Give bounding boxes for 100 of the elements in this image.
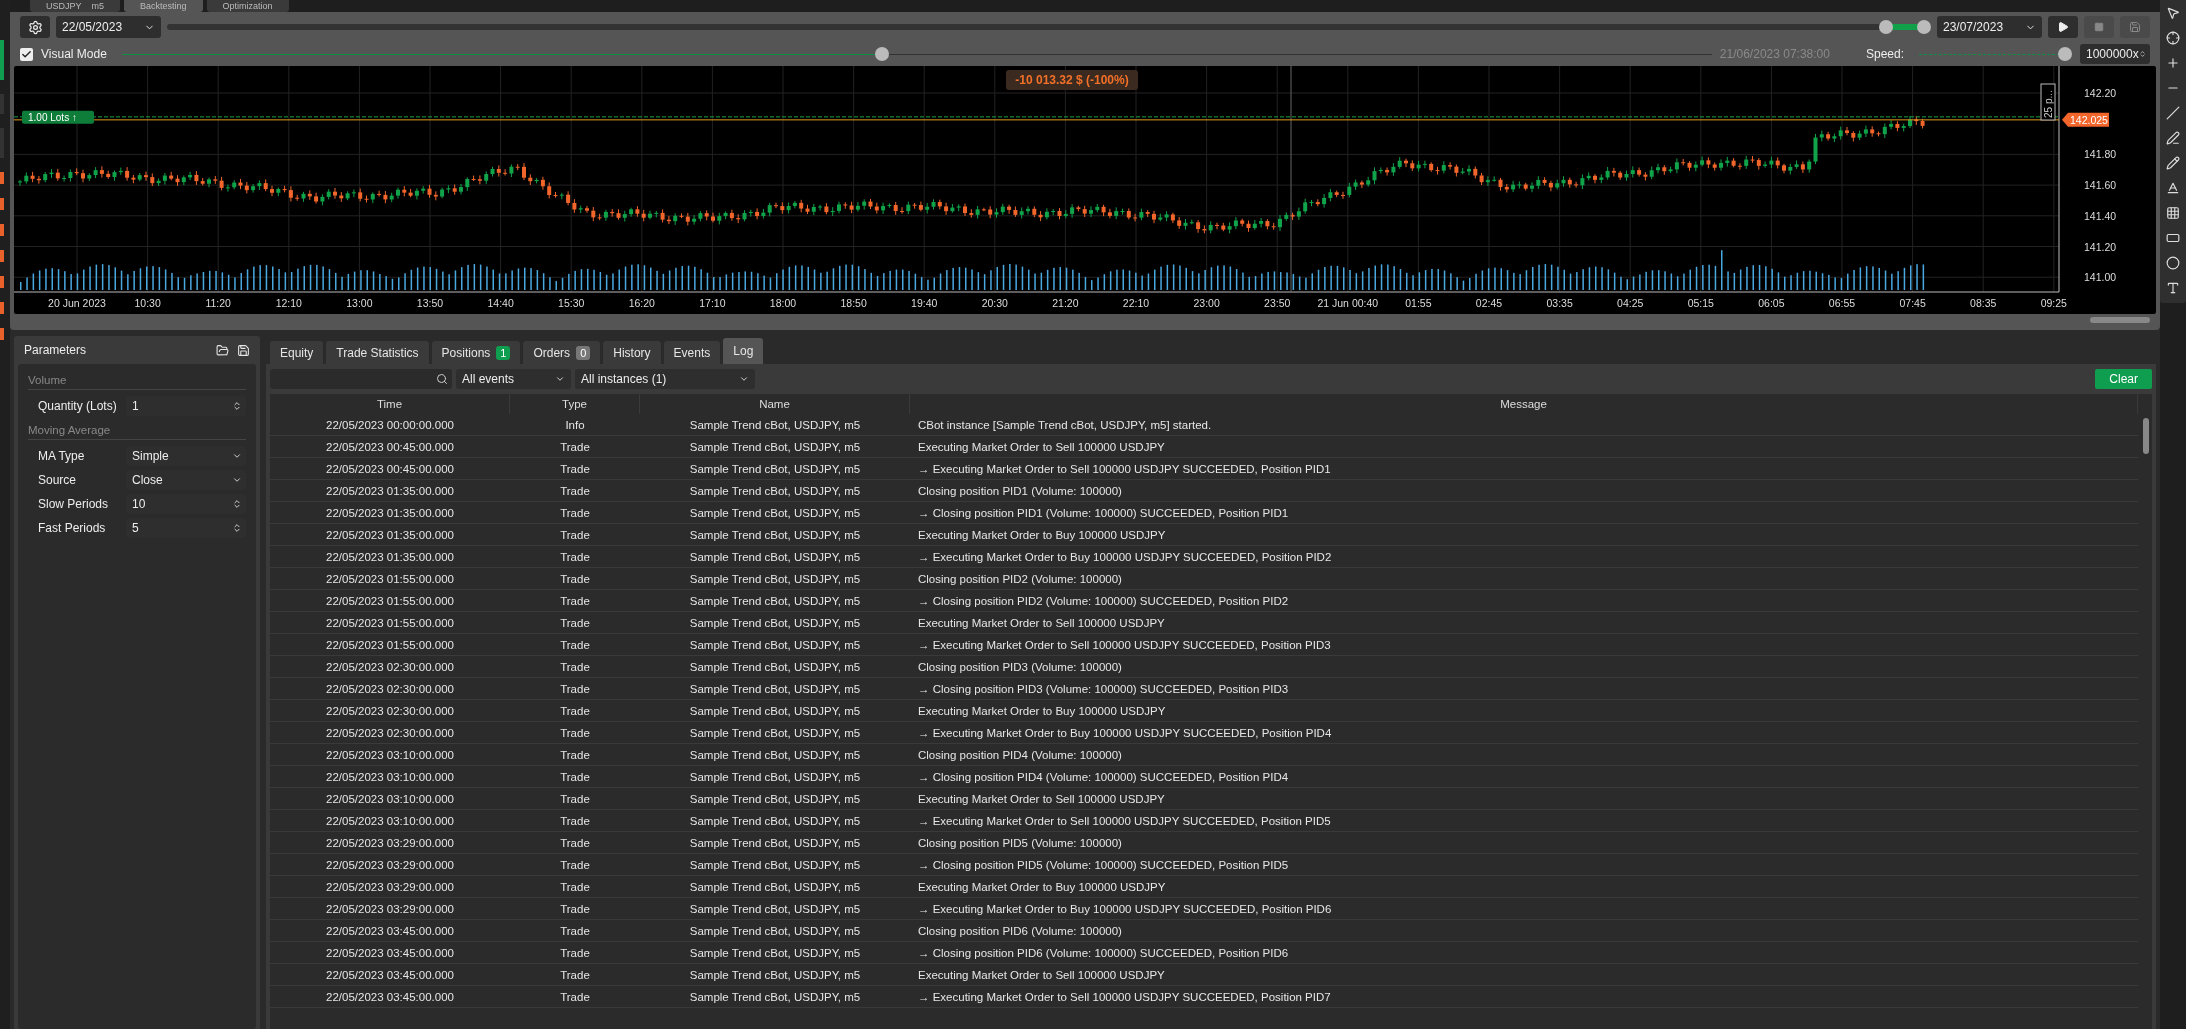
log-tab[interactable]: History <box>603 341 661 364</box>
lots-label: 1.00 Lots ↑ <box>22 110 94 124</box>
table-cell: Sample Trend cBot, USDJPY, m5 <box>640 524 910 546</box>
table-cell: 22/05/2023 03:10:00.000 <box>270 744 510 766</box>
count-badge: 1 <box>496 345 511 360</box>
parameters-title: Parameters <box>24 343 87 357</box>
table-cell: Trade <box>510 920 640 942</box>
table-cell: 22/05/2023 03:29:00.000 <box>270 854 510 876</box>
time-axis-label: 02:45 <box>1475 297 1503 309</box>
table-cell: Sample Trend cBot, USDJPY, m5 <box>640 744 910 766</box>
table-cell: → Closing position PID3 (Volume: 100000) SUCCEEDED, Position PID3 <box>910 678 2138 700</box>
log-tab[interactable]: Orders 0 <box>523 341 601 364</box>
table-cell: Sample Trend cBot, USDJPY, m5 <box>640 546 910 568</box>
table-cell: 22/05/2023 03:29:00.000 <box>270 876 510 898</box>
table-cell: 22/05/2023 03:10:00.000 <box>270 810 510 832</box>
table-cell: Closing position PID4 (Volume: 100000) <box>910 744 2138 766</box>
table-cell: 22/05/2023 03:45:00.000 <box>270 964 510 986</box>
table-cell: Trade <box>510 810 640 832</box>
table-cell: Sample Trend cBot, USDJPY, m5 <box>640 678 910 700</box>
time-axis-label: 20:30 <box>981 297 1008 309</box>
table-cell: Trade <box>510 590 640 612</box>
time-axis-label: 22:10 <box>1122 297 1150 309</box>
table-cell: Sample Trend cBot, USDJPY, m5 <box>640 766 910 788</box>
table-cell: Sample Trend cBot, USDJPY, m5 <box>640 832 910 854</box>
field-label: Source <box>38 473 77 487</box>
log-tab[interactable]: Equity <box>270 341 324 364</box>
top-tab[interactable]: Backtesting <box>124 0 203 12</box>
tab-label: Optimization <box>222 0 273 12</box>
table-cell: → Closing position PID4 (Volume: 100000) SUCCEEDED, Position PID4 <box>910 766 2138 788</box>
table-cell: Sample Trend cBot, USDJPY, m5 <box>640 920 910 942</box>
start-date-dropdown[interactable]: 22/05/2023 <box>56 16 161 38</box>
table-cell: → Executing Market Order to Sell 100000 USDJPY SUCCEEDED, Position PID7 <box>910 986 2138 1008</box>
table-cell: Trade <box>510 502 640 524</box>
time-axis-label: 18:50 <box>840 297 867 309</box>
time-axis-label: 03:35 <box>1546 297 1573 309</box>
table-cell: Sample Trend cBot, USDJPY, m5 <box>640 876 910 898</box>
clear-button[interactable]: Clear <box>2095 369 2152 389</box>
column-header[interactable]: Type <box>510 394 640 414</box>
table-cell: Executing Market Order to Buy 100000 USDJPY <box>910 524 2138 546</box>
column-header[interactable]: Name <box>640 394 910 414</box>
top-tab[interactable]: Optimization <box>206 0 289 12</box>
events-dropdown[interactable]: All events <box>456 369 571 389</box>
table-cell: 22/05/2023 03:10:00.000 <box>270 788 510 810</box>
column-header[interactable]: Message <box>910 394 2138 414</box>
table-cell: Sample Trend cBot, USDJPY, m5 <box>640 810 910 832</box>
table-cell: 22/05/2023 03:29:00.000 <box>270 898 510 920</box>
table-cell: 22/05/2023 03:29:00.000 <box>270 832 510 854</box>
count-badge: 0 <box>576 345 591 360</box>
log-tab[interactable]: Positions 1 <box>431 341 521 364</box>
speed-label: Speed: <box>1865 47 1904 61</box>
table-cell: Trade <box>510 700 640 722</box>
price-axis-label: 141.80 <box>2084 148 2117 161</box>
table-cell: → Executing Market Order to Buy 100000 USDJPY SUCCEEDED, Position PID2 <box>910 546 2138 568</box>
table-cell: 22/05/2023 02:30:00.000 <box>270 656 510 678</box>
tab-label: Trade Statistics <box>336 345 419 360</box>
time-axis-label: 10:30 <box>134 297 161 309</box>
table-cell: 22/05/2023 02:30:00.000 <box>270 700 510 722</box>
speed-field[interactable]: 1000000x <box>2080 44 2150 64</box>
log-tab[interactable]: Events <box>663 341 721 364</box>
table-cell: Sample Trend cBot, USDJPY, m5 <box>640 898 910 920</box>
table-cell: Trade <box>510 964 640 986</box>
table-cell: 22/05/2023 01:55:00.000 <box>270 590 510 612</box>
time-axis-label: 11:20 <box>205 297 231 309</box>
table-cell: 22/05/2023 01:55:00.000 <box>270 612 510 634</box>
end-date-dropdown[interactable]: 23/07/2023 <box>1937 16 2042 38</box>
table-cell: Sample Trend cBot, USDJPY, m5 <box>640 986 910 1008</box>
time-axis-label: 13:00 <box>346 297 373 309</box>
table-cell: Trade <box>510 722 640 744</box>
field-label: Fast Periods <box>38 521 106 535</box>
timeframe-label: m5 <box>91 0 105 12</box>
table-cell: Trade <box>510 634 640 656</box>
table-cell: Trade <box>510 898 640 920</box>
instances-dropdown[interactable]: All instances (1) <box>575 369 755 389</box>
time-axis-label: 19:40 <box>911 297 938 309</box>
log-tab[interactable]: Log <box>723 338 764 364</box>
table-cell: Trade <box>510 678 640 700</box>
table-cell: Trade <box>510 876 640 898</box>
table-cell: Sample Trend cBot, USDJPY, m5 <box>640 502 910 524</box>
table-cell: 22/05/2023 03:45:00.000 <box>270 986 510 1008</box>
table-cell: Trade <box>510 458 640 480</box>
top-tab[interactable]: USDJPY m5 <box>30 0 121 12</box>
table-cell: → Closing position PID6 (Volume: 100000) SUCCEEDED, Position PID6 <box>910 942 2138 964</box>
tab-label: Orders <box>533 345 571 360</box>
table-cell: 22/05/2023 02:30:00.000 <box>270 678 510 700</box>
table-cell: Sample Trend cBot, USDJPY, m5 <box>640 414 910 436</box>
table-cell: Sample Trend cBot, USDJPY, m5 <box>640 568 910 590</box>
log-tab[interactable]: Trade Statistics <box>326 341 429 364</box>
tab-label: Positions <box>441 345 491 360</box>
table-cell: → Executing Market Order to Sell 100000 USDJPY SUCCEEDED, Position PID3 <box>910 634 2138 656</box>
table-cell: Sample Trend cBot, USDJPY, m5 <box>640 854 910 876</box>
table-cell: 22/05/2023 03:45:00.000 <box>270 920 510 942</box>
tab-label: History <box>613 345 651 360</box>
field-label: Slow Periods <box>38 497 109 511</box>
column-header[interactable]: Time <box>270 394 510 414</box>
field-label: MA Type <box>38 449 85 463</box>
time-axis-label: 09:25 <box>2040 297 2067 309</box>
table-cell: Sample Trend cBot, USDJPY, m5 <box>640 590 910 612</box>
table-cell: 22/05/2023 01:35:00.000 <box>270 524 510 546</box>
table-cell: → Executing Market Order to Sell 100000 USDJPY SUCCEEDED, Position PID5 <box>910 810 2138 832</box>
table-cell: Executing Market Order to Buy 100000 USDJPY <box>910 876 2138 898</box>
